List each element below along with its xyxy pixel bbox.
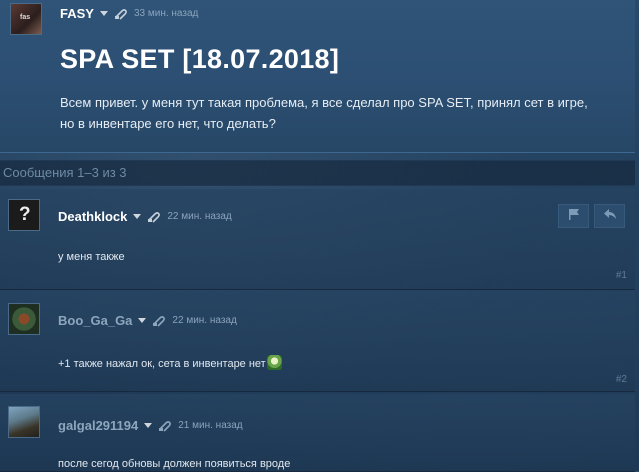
comment: galgal291194 21 мин. назад после сегод о… xyxy=(0,394,635,472)
comment-author-line: galgal291194 21 мин. назад xyxy=(58,418,243,433)
chevron-down-icon[interactable] xyxy=(144,423,153,428)
clip-icon xyxy=(147,211,161,223)
comment: Boo_Ga_Ga 22 мин. назад +1 также нажал о… xyxy=(0,291,635,392)
comment-text-content: +1 также нажал ок, сета в инвентаре нет xyxy=(58,358,266,370)
comment-number[interactable]: #1 xyxy=(616,270,627,281)
chevron-down-icon[interactable] xyxy=(133,214,142,219)
comment-text: +1 также нажал ок, сета в инвентаре нет xyxy=(58,355,282,370)
reply-icon xyxy=(603,207,617,225)
comment-author-name[interactable]: Boo_Ga_Ga xyxy=(58,313,132,328)
question-mark-icon: ? xyxy=(19,204,31,225)
flag-icon xyxy=(567,207,581,225)
comment-text: после сегод обновы должен появиться врод… xyxy=(58,458,291,470)
comment-author-name[interactable]: Deathklock xyxy=(58,209,127,224)
topic-author-line: FASY 33 мин. назад xyxy=(60,6,198,21)
avatar[interactable] xyxy=(8,406,40,438)
topic-title: SPA SET [18.07.2018] xyxy=(60,44,340,74)
comment-text: у меня также xyxy=(58,251,125,263)
comment-timestamp: 22 мин. назад xyxy=(167,211,232,222)
comment-author-line: Deathklock 22 мин. назад xyxy=(58,209,232,224)
comment-timestamp: 22 мин. назад xyxy=(172,315,237,326)
chevron-down-icon[interactable] xyxy=(99,11,108,16)
emote-icon xyxy=(266,355,282,370)
topic-timestamp: 33 мин. назад xyxy=(133,8,199,19)
messages-count-bar: Сообщения 1–3 из 3 xyxy=(0,160,635,186)
reply-button[interactable] xyxy=(594,204,625,228)
topic-body: Всем привет. у меня тут такая проблема, … xyxy=(60,95,588,131)
topic-author-avatar[interactable]: fas xyxy=(10,3,42,35)
chevron-down-icon[interactable] xyxy=(138,318,147,323)
avatar[interactable] xyxy=(8,303,40,335)
comment-author-name[interactable]: galgal291194 xyxy=(58,418,138,433)
comment-timestamp: 21 мин. назад xyxy=(178,420,243,431)
avatar[interactable]: ? xyxy=(8,199,40,231)
topic-author-name[interactable]: FASY xyxy=(60,6,94,21)
clip-icon xyxy=(152,315,166,327)
comment-number[interactable]: #2 xyxy=(616,374,627,385)
report-button[interactable] xyxy=(558,204,589,228)
comment-author-line: Boo_Ga_Ga 22 мин. назад xyxy=(58,313,237,328)
comment: ? Deathklock 22 мин. назад у меня также … xyxy=(0,189,635,290)
clip-icon xyxy=(114,8,128,20)
clip-icon xyxy=(158,420,172,432)
messages-count: Сообщения 1–3 из 3 xyxy=(3,165,127,180)
topic-post: fas FASY 33 мин. назад SPA SET [18.07.20… xyxy=(0,0,635,153)
